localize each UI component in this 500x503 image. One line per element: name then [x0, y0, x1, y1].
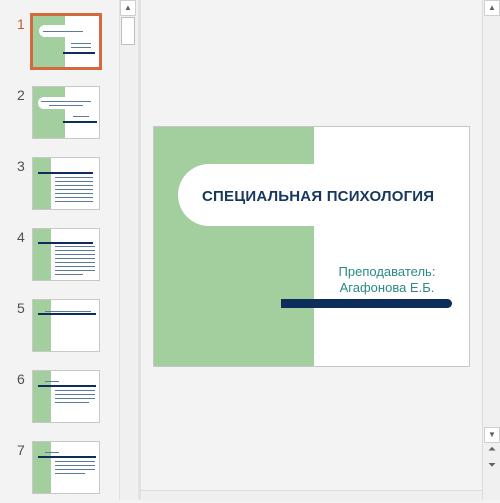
slide-number: 5 [17, 300, 25, 316]
slide-thumbnail-4[interactable] [32, 228, 100, 281]
thumbnail-row-1[interactable]: 1 [0, 13, 117, 77]
triangle-down-icon: ▼ [488, 430, 496, 439]
subtitle-line-1: Преподаватель: [338, 264, 436, 279]
subtitle-line-2: Агафонова Е.Б. [339, 280, 435, 295]
slide-number: 4 [17, 229, 25, 245]
scroll-down-button[interactable]: ▼ [484, 427, 500, 443]
triangle-up-icon: ▲ [488, 3, 496, 12]
thumbnail-row-5[interactable]: 5 [0, 299, 117, 361]
slide-green-panel [154, 127, 314, 366]
slide-number: 6 [17, 371, 25, 387]
previous-slide-button[interactable]: ⏶ [484, 444, 500, 460]
slide-number: 7 [17, 442, 25, 458]
slide-title[interactable]: СПЕЦИАЛЬНАЯ ПСИХОЛОГИЯ [202, 188, 434, 205]
scroll-up-button[interactable]: ▲ [120, 0, 136, 16]
scroll-up-button[interactable]: ▲ [484, 0, 500, 16]
slide-thumbnail-6[interactable] [32, 370, 100, 423]
thumbnail-row-7[interactable]: 7 [0, 441, 117, 503]
slide-thumbnail-7[interactable] [32, 441, 100, 494]
slide-thumbnail-1[interactable] [30, 13, 102, 70]
thumbnail-row-3[interactable]: 3 [0, 157, 117, 219]
slide-subtitle[interactable]: Преподаватель: Агафонова Е.Б. [332, 264, 442, 296]
triangle-up-icon: ▲ [124, 3, 132, 12]
slide-thumbnail-5[interactable] [32, 299, 100, 352]
slide-thumbnail-3[interactable] [32, 157, 100, 210]
slide-number: 1 [17, 16, 25, 32]
next-slide-button[interactable]: ⏷ [484, 460, 500, 476]
thumbnail-row-6[interactable]: 6 [0, 370, 117, 432]
current-slide[interactable]: СПЕЦИАЛЬНАЯ ПСИХОЛОГИЯ Преподаватель: Аг… [153, 126, 470, 367]
double-chevron-down-icon: ⏷ [488, 460, 496, 471]
editor-scrollbar[interactable]: ▲ ▼ ⏶ ⏷ [482, 0, 500, 500]
thumbnail-row-4[interactable]: 4 [0, 228, 117, 290]
thumbnail-scrollbar[interactable]: ▲ [119, 0, 137, 500]
scrollbar-thumb[interactable] [121, 17, 135, 45]
accent-bar [281, 299, 452, 308]
horizontal-scroll-area [141, 490, 482, 501]
slide-editing-area: СПЕЦИАЛЬНАЯ ПСИХОЛОГИЯ Преподаватель: Аг… [141, 0, 482, 500]
thumbnail-row-2[interactable]: 2 [0, 86, 117, 148]
slide-number: 3 [17, 158, 25, 174]
slide-thumbnail-2[interactable] [32, 86, 100, 139]
double-chevron-up-icon: ⏶ [488, 444, 496, 455]
slide-number: 2 [17, 87, 25, 103]
slide-thumbnail-pane: 1 2 3 4 5 6 7 [0, 0, 117, 500]
